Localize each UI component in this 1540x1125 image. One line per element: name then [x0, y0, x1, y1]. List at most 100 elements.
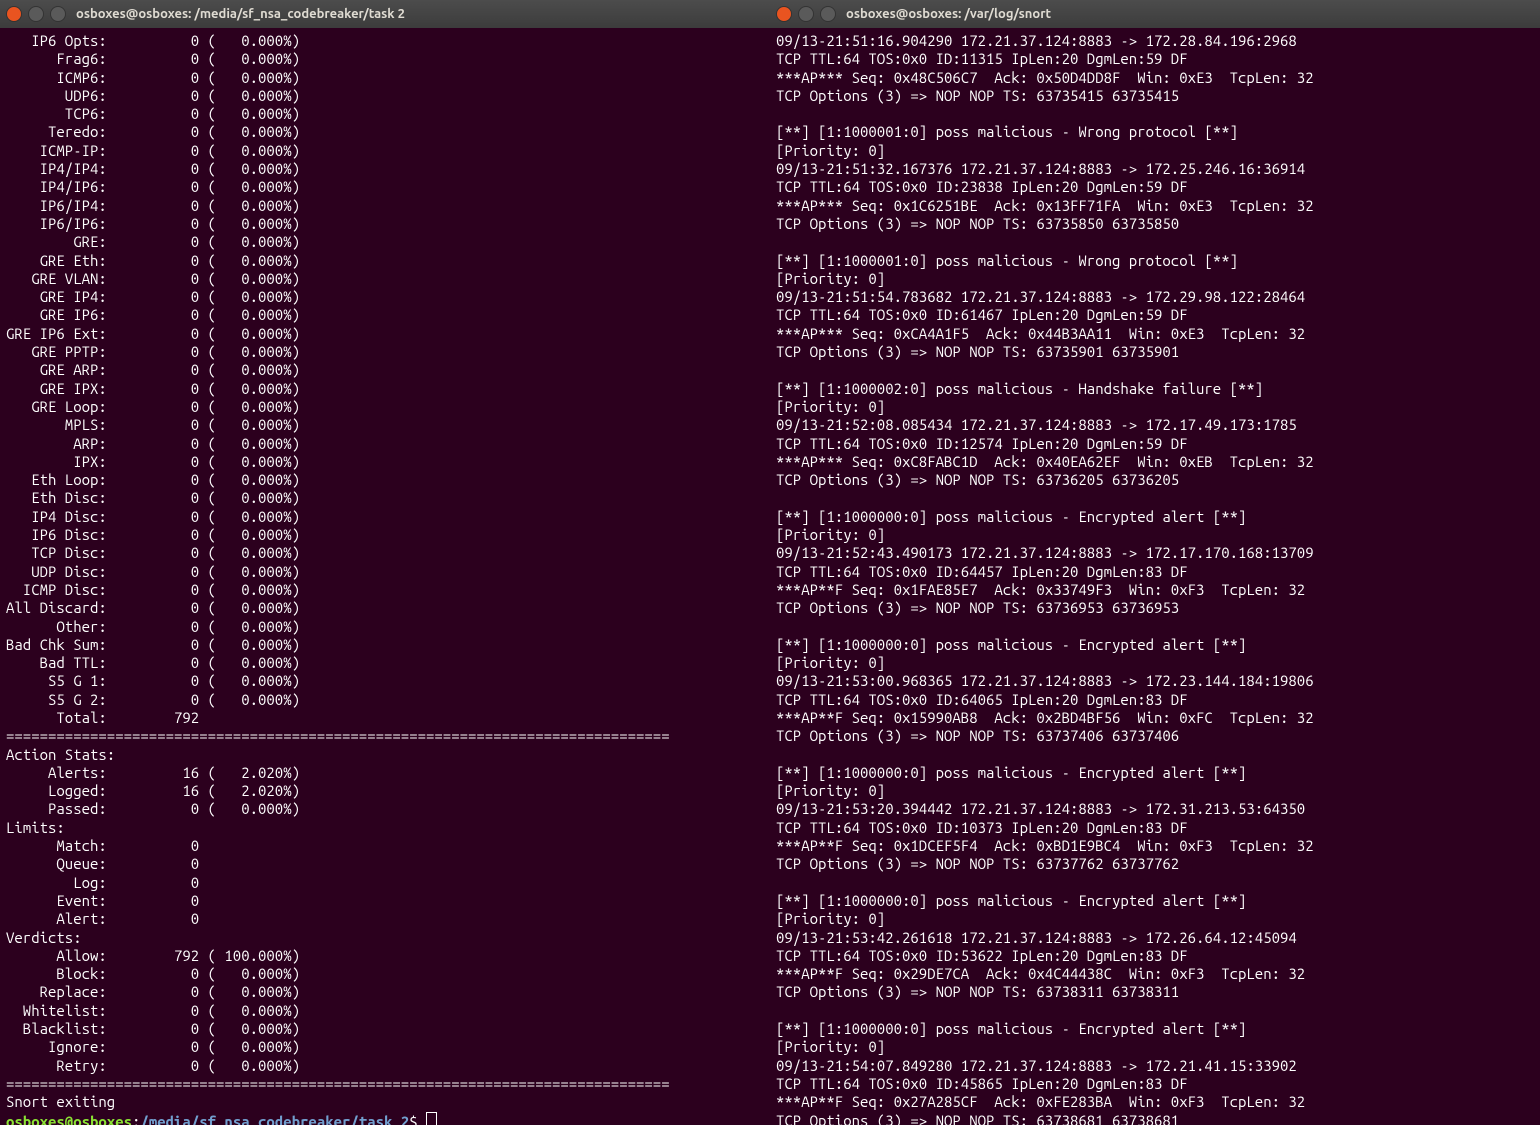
log-line: TCP Options (3) => NOP NOP TS: 63735901 … [776, 343, 1534, 361]
output-line: GRE Eth: 0 ( 0.000%) [6, 252, 764, 270]
log-line: TCP Options (3) => NOP NOP TS: 63737406 … [776, 727, 1534, 745]
log-line: TCP TTL:64 TOS:0x0 ID:45865 IpLen:20 Dgm… [776, 1075, 1534, 1093]
output-line: S5 G 2: 0 ( 0.000%) [6, 691, 764, 709]
terminal-left[interactable]: osboxes@osboxes: /media/sf_nsa_codebreak… [0, 0, 770, 1125]
terminal-right[interactable]: osboxes@osboxes: /var/log/snort 09/13-21… [770, 0, 1540, 1125]
output-line: Whitelist: 0 ( 0.000%) [6, 1002, 764, 1020]
output-line: IP6 Disc: 0 ( 0.000%) [6, 526, 764, 544]
output-line: Queue: 0 [6, 855, 764, 873]
log-line: 09/13-21:52:08.085434 172.21.37.124:8883… [776, 416, 1534, 434]
output-line: Verdicts: [6, 929, 764, 947]
terminal-body-right[interactable]: 09/13-21:51:16.904290 172.21.37.124:8883… [770, 28, 1540, 1125]
log-line: TCP TTL:64 TOS:0x0 ID:23838 IpLen:20 Dgm… [776, 178, 1534, 196]
log-line: ***AP**F Seq: 0x15990AB8 Ack: 0x2BD4BF56… [776, 709, 1534, 727]
desktop: osboxes@osboxes: /media/sf_nsa_codebreak… [0, 0, 1540, 1125]
log-line: [**] [1:1000002:0] poss malicious - Hand… [776, 380, 1534, 398]
output-line: TCP6: 0 ( 0.000%) [6, 105, 764, 123]
output-line: Passed: 0 ( 0.000%) [6, 800, 764, 818]
output-line: IP6/IP4: 0 ( 0.000%) [6, 197, 764, 215]
log-line [776, 233, 1534, 251]
output-line: Bad TTL: 0 ( 0.000%) [6, 654, 764, 672]
log-line: 09/13-21:53:42.261618 172.21.37.124:8883… [776, 929, 1534, 947]
output-line: Other: 0 ( 0.000%) [6, 618, 764, 636]
log-line: TCP Options (3) => NOP NOP TS: 63738681 … [776, 1112, 1534, 1125]
output-line: IP4/IP4: 0 ( 0.000%) [6, 160, 764, 178]
output-line: IPX: 0 ( 0.000%) [6, 453, 764, 471]
output-line: Ignore: 0 ( 0.000%) [6, 1038, 764, 1056]
log-line: 09/13-21:53:00.968365 172.21.37.124:8883… [776, 672, 1534, 690]
titlebar-left[interactable]: osboxes@osboxes: /media/sf_nsa_codebreak… [0, 0, 770, 28]
output-line: Logged: 16 ( 2.020%) [6, 782, 764, 800]
close-button[interactable] [776, 6, 792, 22]
output-line: Replace: 0 ( 0.000%) [6, 983, 764, 1001]
log-line: [Priority: 0] [776, 526, 1534, 544]
cursor [426, 1112, 437, 1125]
output-line: IP6/IP6: 0 ( 0.000%) [6, 215, 764, 233]
output-line: Teredo: 0 ( 0.000%) [6, 123, 764, 141]
terminal-body-left[interactable]: IP6 Opts: 0 ( 0.000%) Frag6: 0 ( 0.000%)… [0, 28, 770, 1125]
log-line: ***AP**F Seq: 0x29DE7CA Ack: 0x4C44438C … [776, 965, 1534, 983]
window-title-right: osboxes@osboxes: /var/log/snort [846, 7, 1051, 21]
output-line: All Discard: 0 ( 0.000%) [6, 599, 764, 617]
log-line: 09/13-21:53:20.394442 172.21.37.124:8883… [776, 800, 1534, 818]
prompt-path: /media/sf_nsa_codebreaker/task 2 [140, 1113, 409, 1125]
output-line: ========================================… [6, 1075, 764, 1093]
log-line: TCP TTL:64 TOS:0x0 ID:11315 IpLen:20 Dgm… [776, 50, 1534, 68]
log-line: TCP TTL:64 TOS:0x0 ID:53622 IpLen:20 Dgm… [776, 947, 1534, 965]
log-line: 09/13-21:51:54.783682 172.21.37.124:8883… [776, 288, 1534, 306]
close-button[interactable] [6, 6, 22, 22]
output-line: Alerts: 16 ( 2.020%) [6, 764, 764, 782]
log-line: TCP Options (3) => NOP NOP TS: 63736953 … [776, 599, 1534, 617]
prompt-line[interactable]: osboxes@osboxes:/media/sf_nsa_codebreake… [6, 1112, 764, 1125]
log-line: TCP TTL:64 TOS:0x0 ID:61467 IpLen:20 Dgm… [776, 306, 1534, 324]
output-line: Snort exiting [6, 1093, 764, 1111]
log-line [776, 746, 1534, 764]
output-line: Frag6: 0 ( 0.000%) [6, 50, 764, 68]
log-line: TCP TTL:64 TOS:0x0 ID:12574 IpLen:20 Dgm… [776, 435, 1534, 453]
log-line: 09/13-21:52:43.490173 172.21.37.124:8883… [776, 544, 1534, 562]
window-buttons-right [776, 6, 836, 22]
log-line: ***AP**F Seq: 0x27A285CF Ack: 0xFE283BA … [776, 1093, 1534, 1111]
log-line: [Priority: 0] [776, 398, 1534, 416]
output-line: Eth Disc: 0 ( 0.000%) [6, 489, 764, 507]
output-line: Match: 0 [6, 837, 764, 855]
output-line: GRE IP4: 0 ( 0.000%) [6, 288, 764, 306]
log-line: [**] [1:1000001:0] poss malicious - Wron… [776, 252, 1534, 270]
output-line: Log: 0 [6, 874, 764, 892]
titlebar-right[interactable]: osboxes@osboxes: /var/log/snort [770, 0, 1540, 28]
log-line: TCP Options (3) => NOP NOP TS: 63737762 … [776, 855, 1534, 873]
maximize-button[interactable] [50, 6, 66, 22]
log-line [776, 874, 1534, 892]
log-line: ***AP*** Seq: 0x48C506C7 Ack: 0x50D4DD8F… [776, 69, 1534, 87]
log-line: [**] [1:1000000:0] poss malicious - Encr… [776, 508, 1534, 526]
window-buttons-left [6, 6, 66, 22]
log-line [776, 618, 1534, 636]
log-line: ***AP**F Seq: 0x1DCEF5F4 Ack: 0xBD1E9BC4… [776, 837, 1534, 855]
output-line: GRE PPTP: 0 ( 0.000%) [6, 343, 764, 361]
log-line: TCP Options (3) => NOP NOP TS: 63735415 … [776, 87, 1534, 105]
prompt-dollar: $ [409, 1113, 426, 1125]
output-line: TCP Disc: 0 ( 0.000%) [6, 544, 764, 562]
minimize-button[interactable] [28, 6, 44, 22]
log-line: ***AP*** Seq: 0xC8FABC1D Ack: 0x40EA62EF… [776, 453, 1534, 471]
log-line: [Priority: 0] [776, 1038, 1534, 1056]
output-line: Limits: [6, 819, 764, 837]
output-line: Block: 0 ( 0.000%) [6, 965, 764, 983]
output-line: Bad Chk Sum: 0 ( 0.000%) [6, 636, 764, 654]
log-line: [Priority: 0] [776, 782, 1534, 800]
window-title-left: osboxes@osboxes: /media/sf_nsa_codebreak… [76, 7, 405, 21]
output-line: Total: 792 [6, 709, 764, 727]
minimize-button[interactable] [798, 6, 814, 22]
log-line: [**] [1:1000000:0] poss malicious - Encr… [776, 1020, 1534, 1038]
output-line: Event: 0 [6, 892, 764, 910]
output-line: GRE IP6 Ext: 0 ( 0.000%) [6, 325, 764, 343]
output-line: ========================================… [6, 727, 764, 745]
log-line: TCP Options (3) => NOP NOP TS: 63736205 … [776, 471, 1534, 489]
log-line: [**] [1:1000001:0] poss malicious - Wron… [776, 123, 1534, 141]
output-line: IP6 Opts: 0 ( 0.000%) [6, 32, 764, 50]
log-line: 09/13-21:54:07.849280 172.21.37.124:8883… [776, 1057, 1534, 1075]
output-line: GRE: 0 ( 0.000%) [6, 233, 764, 251]
output-line: ICMP6: 0 ( 0.000%) [6, 69, 764, 87]
output-line: Retry: 0 ( 0.000%) [6, 1057, 764, 1075]
maximize-button[interactable] [820, 6, 836, 22]
